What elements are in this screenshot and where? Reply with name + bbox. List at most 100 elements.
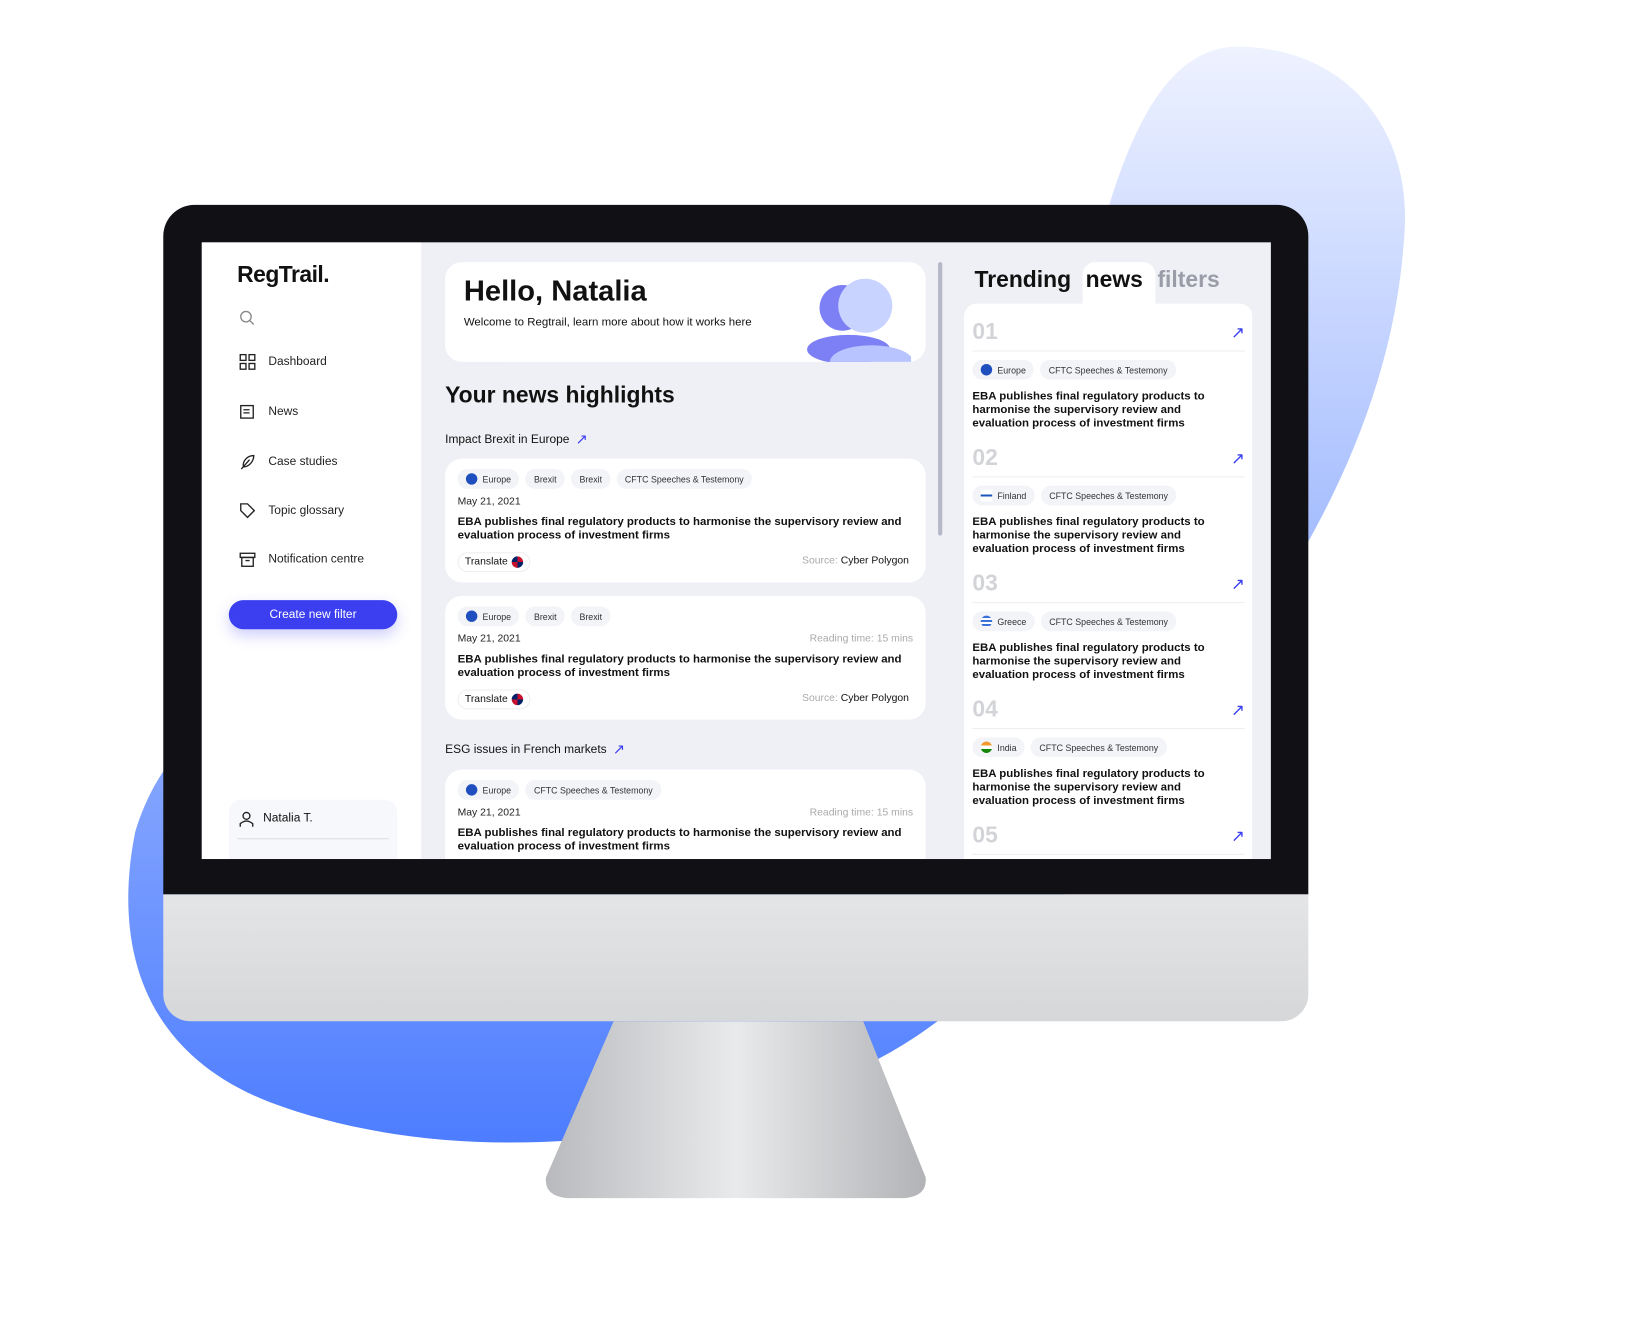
news-title[interactable]: EBA publishes final regulatory products … [972,390,1232,431]
eu-flag-icon [465,610,478,622]
item-number: 02 [972,444,998,471]
tag-europe[interactable]: Europe [457,606,520,627]
news-title[interactable]: EBA publishes final regulatory products … [458,827,916,854]
eu-flag-icon [465,784,478,796]
uk-flag-icon [512,693,524,706]
news-source: Source: Cyber Polygon [802,692,909,705]
item-number: 03 [972,569,998,596]
news-title[interactable]: EBA publishes final regulatory products … [972,768,1232,809]
reading-time: Reading time: 15 mins [809,807,914,819]
monitor-stand [545,1021,926,1199]
section-link[interactable]: Impact Brexit in Europe ↗ [445,431,588,449]
tab-filters[interactable]: filters [1157,266,1219,293]
tag-country[interactable]: India [972,737,1025,758]
item-number: 05 [972,821,998,848]
user-illustration [807,278,912,362]
tab-news[interactable]: news [1086,266,1143,293]
archive-icon [239,552,256,567]
tag-list: Europe CFTC Speeches & Testemony [457,780,662,800]
news-date: May 21, 2021 [457,633,521,645]
arrow-up-right-icon: ↗ [575,430,588,448]
tag-europe[interactable]: Europe [457,469,520,489]
news-card[interactable]: Europe Brexit Brexit May 21, 2021 Readin… [445,595,926,720]
sidebar-item-case-studies[interactable]: Case studies [239,451,337,472]
eu-flag-icon [980,364,993,376]
sidebar-item-label: Topic glossary [268,504,345,517]
sidebar-item-label: Dashboard [268,355,327,369]
user-card[interactable]: Natalia T. [228,799,398,860]
tag[interactable]: CFTC Speeches & Testemony [616,469,752,489]
welcome-link[interactable]: Welcome to Regtrail, learn more about ho… [464,316,752,328]
arrow-up-right-icon[interactable]: ↗ [1231,322,1245,343]
news-card[interactable]: Europe CFTC Speeches & Testemony May 21,… [445,769,926,860]
tag-country[interactable]: Europe [972,359,1035,380]
highlights-title: Your news highlights [445,381,675,408]
tag-country[interactable]: Greece [972,611,1035,632]
translate-button[interactable]: Translate [457,689,531,710]
greece-flag-icon [980,615,993,628]
trending-item[interactable]: 03 ↗ Greece CFTC Speeches & Testemony EBA … [972,555,1245,683]
sidebar-item-label: News [268,405,299,419]
section-link[interactable]: ESG issues in French markets ↗ [445,740,625,758]
tag[interactable]: Brexit [525,469,565,489]
tag-europe[interactable]: Europe [457,780,520,800]
tag-country[interactable]: Finland [972,485,1035,506]
news-card[interactable]: Europe Brexit Brexit CFTC Speeches & Tes… [445,458,926,583]
tag[interactable]: Brexit [571,469,611,489]
tag[interactable]: CFTC Speeches & Testemony [525,780,662,800]
tag[interactable]: CFTC Speeches & Testemony [1031,737,1167,758]
reading-time: Reading time: 15 mins [809,633,914,645]
news-title[interactable]: EBA publishes final regulatory products … [972,516,1232,557]
news-title[interactable]: EBA publishes final regulatory products … [458,516,916,543]
greeting-title: Hello, Natalia [463,274,647,307]
feather-icon [240,454,255,470]
create-new-filter-button[interactable]: Create new filter [228,600,398,630]
grid-icon [239,353,256,370]
trending-item[interactable]: 01 ↗ Europe CFTC Speeches & Testemony EBA … [972,304,1245,431]
trending-item[interactable]: 04 ↗ India CFTC Speeches & Testemony EBA p… [972,681,1245,809]
india-flag-icon [980,741,993,753]
trending-item[interactable]: 02 ↗ Finland CFTC Speeches & Testemony EBA… [972,430,1245,557]
stage: RegTrail. Dashboard News Case studies To… [0,0,1629,1328]
eu-flag-icon [465,473,478,485]
user-name: Natalia T. [263,812,313,825]
arrow-up-right-icon[interactable]: ↗ [1231,826,1245,847]
sidebar-item-label: Notification centre [268,553,365,566]
divider [237,838,389,840]
tag-list: Europe Brexit Brexit [457,606,611,627]
app-screen: RegTrail. Dashboard News Case studies To… [201,242,1271,860]
arrow-up-right-icon[interactable]: ↗ [1231,574,1245,595]
sidebar-item-label: Case studies [268,455,338,468]
finland-flag-icon [980,489,993,502]
sidebar-item-news[interactable]: News [239,401,298,422]
translate-button[interactable]: Translate [457,552,531,572]
trending-panel: 01 ↗ Europe CFTC Speeches & Testemony EBA … [964,303,1253,860]
trending-heading: Trending [974,266,1072,293]
search-icon[interactable] [239,310,255,326]
sidebar-item-notification-centre[interactable]: Notification centre [239,549,364,570]
arrow-up-right-icon[interactable]: ↗ [1231,700,1245,721]
news-date: May 21, 2021 [457,496,521,508]
tag[interactable]: CFTC Speeches & Testemony [1040,359,1176,380]
trending-item[interactable]: 05 ↗ [972,807,1245,859]
sidebar-item-dashboard[interactable]: Dashboard [239,352,327,373]
section-label: ESG issues in French markets [445,743,607,756]
tag[interactable]: Brexit [525,606,565,627]
hello-card: Hello, Natalia Welcome to Regtrail, lear… [445,262,926,362]
news-source: Source: Cyber Polygon [802,555,909,567]
arrow-up-right-icon: ↗ [612,740,626,758]
item-number: 01 [972,318,998,345]
news-title[interactable]: EBA publishes final regulatory products … [972,642,1232,683]
tag-icon [240,503,256,519]
sidebar-item-topic-glossary[interactable]: Topic glossary [239,500,344,521]
section-label: Impact Brexit in Europe [445,433,570,446]
tag[interactable]: CFTC Speeches & Testemony [1040,485,1177,506]
news-title[interactable]: EBA publishes final regulatory products … [458,653,916,680]
scrollbar[interactable] [938,262,943,536]
sidebar: RegTrail. Dashboard News Case studies To… [201,242,422,860]
tag[interactable]: CFTC Speeches & Testemony [1040,611,1177,632]
arrow-up-right-icon[interactable]: ↗ [1231,448,1245,469]
tag[interactable]: Brexit [571,606,611,627]
item-number: 04 [972,695,998,722]
newspaper-icon [240,404,254,419]
